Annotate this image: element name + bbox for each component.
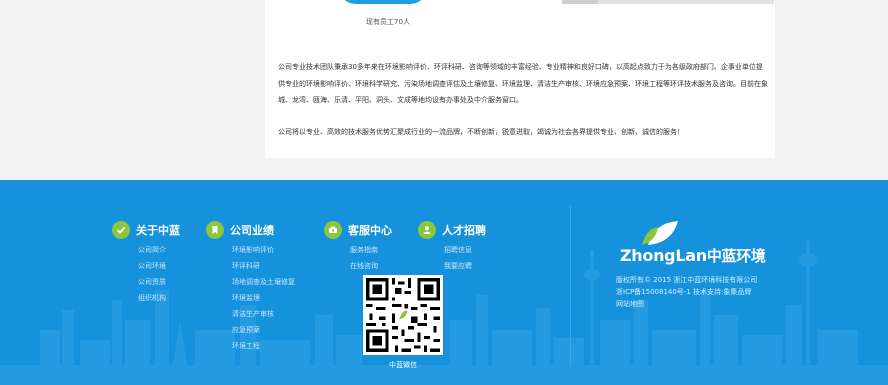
footer-link-emergency-plan[interactable]: 应急预案 bbox=[232, 322, 295, 338]
intro-paragraph-1: 公司专业技术团队秉承30多年来在环境影响评价、环评科研、咨询等领域的丰富经验、专… bbox=[278, 63, 768, 104]
footer-link-organization[interactable]: 组织机构 bbox=[138, 290, 180, 306]
footer-link-service-guide[interactable]: 服务指南 bbox=[350, 242, 392, 258]
footer-col-title: 客服中心 bbox=[348, 224, 392, 237]
footer-col-title: 关于中蓝 bbox=[136, 224, 180, 237]
check-icon bbox=[112, 221, 130, 239]
person-icon bbox=[418, 221, 436, 239]
footer-col-title: 人才招聘 bbox=[442, 224, 486, 237]
bookmark-icon bbox=[206, 221, 224, 239]
footer-col-service: 客服中心 服务指南 在线咨询 bbox=[324, 220, 392, 274]
logo-chinese: 中蓝环境 bbox=[706, 247, 766, 265]
footer-link-qualifications[interactable]: 公司资质 bbox=[138, 274, 180, 290]
footer-col-about: 关于中蓝 公司简介 公司环境 公司资质 组织机构 bbox=[112, 220, 180, 306]
footer-link-job-info[interactable]: 招聘信息 bbox=[444, 242, 486, 258]
footer-link-site-investigation[interactable]: 场地调查及土壤修复 bbox=[232, 274, 295, 290]
staff-stat-circle bbox=[338, 0, 428, 4]
site-footer: 关于中蓝 公司简介 公司环境 公司资质 组织机构 公司业绩 环境影响评价 环评科… bbox=[0, 180, 888, 385]
footer-link-company-environment[interactable]: 公司环境 bbox=[138, 258, 180, 274]
footer-link-environmental-engineering[interactable]: 环境工程 bbox=[232, 338, 295, 354]
logo-wordmark: ZhongLan中蓝环境 bbox=[620, 245, 766, 266]
icp-line: 浙ICP备15008140号-1 技术支持:象集品牌 bbox=[616, 288, 752, 296]
footer-col-recruit: 人才招聘 招聘信息 我要应聘 bbox=[418, 220, 486, 274]
footer-link-company-profile[interactable]: 公司简介 bbox=[138, 242, 180, 258]
footer-link-eia-research[interactable]: 环评科研 bbox=[232, 258, 295, 274]
footer-link-clean-production[interactable]: 清洁生产审核 bbox=[232, 306, 295, 322]
footer-divider bbox=[570, 206, 571, 366]
copyright-line: 版权所有© 2015 浙江中蓝环境科技有限公司 bbox=[616, 276, 758, 284]
footer-col-performance: 公司业绩 环境影响评价 环评科研 场地调查及土壤修复 环境监理 清洁生产审核 应… bbox=[206, 220, 295, 354]
gray-tab-strip bbox=[562, 0, 774, 4]
qr-caption: 中蓝微信 bbox=[389, 361, 417, 369]
footer-link-eia[interactable]: 环境影响评价 bbox=[232, 242, 295, 258]
logo-latin: ZhongLan bbox=[620, 246, 707, 265]
sitemap-link[interactable]: 网站地图 bbox=[616, 298, 786, 310]
intro-paragraph-2: 公司将以专业、高效的技术服务优势汇聚成行业的一流品牌，不断创新，锐意进取，竭诚为… bbox=[278, 128, 684, 136]
intro-section: 现有员工70人 公司专业技术团队秉承30多年来在环境影响评价、环评科研、咨询等领… bbox=[0, 0, 888, 180]
footer-link-apply[interactable]: 我要应聘 bbox=[444, 258, 486, 274]
staff-caption: 现有员工70人 bbox=[366, 18, 410, 26]
footer-col-title: 公司业绩 bbox=[230, 224, 274, 237]
copyright-block: 版权所有© 2015 浙江中蓝环境科技有限公司 浙ICP备15008140号-1… bbox=[616, 274, 786, 310]
footer-link-online-consult[interactable]: 在线咨询 bbox=[350, 258, 392, 274]
wechat-qr-code bbox=[363, 275, 443, 355]
phone-icon bbox=[324, 221, 342, 239]
footer-link-environmental-supervision[interactable]: 环境监理 bbox=[232, 290, 295, 306]
